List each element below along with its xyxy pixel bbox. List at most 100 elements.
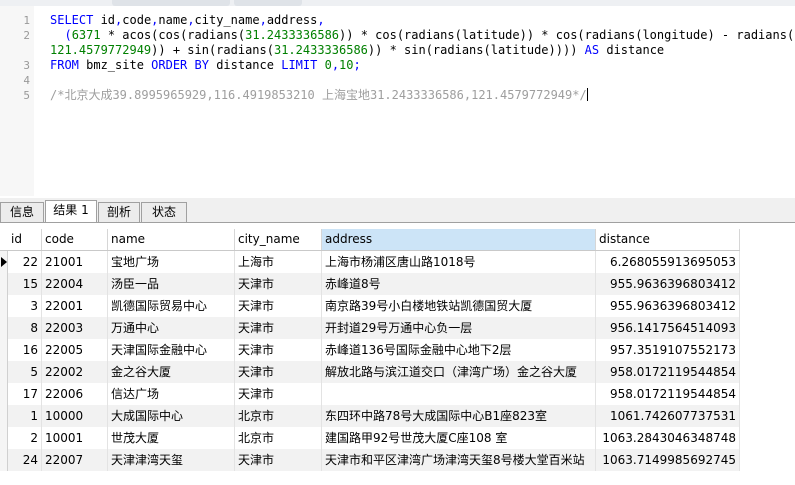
cell-address[interactable]: 赤峰道136号国际金融中心地下2层 <box>322 339 596 361</box>
column-header-address[interactable]: address <box>322 229 596 250</box>
cell-id[interactable]: 15 <box>8 273 42 295</box>
tab-result-1[interactable]: 结果 1 <box>45 200 97 222</box>
cell-id[interactable]: 3 <box>8 295 42 317</box>
table-row[interactable]: 8 22003 万通中心 天津市 开封道29号万通中心负一层 956.1417564514… <box>0 317 740 339</box>
cell-address[interactable]: 东四环中路78号大成国际中心B1座823室 <box>322 405 596 427</box>
column-header-city-name[interactable]: city_name <box>235 229 322 250</box>
tab-profile[interactable]: 剖析 <box>98 202 140 222</box>
sql-token: ; <box>353 58 361 72</box>
table-row[interactable]: 24 22007 天津津湾天玺 天津市 天津市和平区津湾广场津湾天玺8号楼大堂百米站 10… <box>0 449 740 471</box>
cell-name[interactable]: 天津国际金融中心 <box>108 339 235 361</box>
cell-distance[interactable]: 1061.742607737531 <box>596 405 740 427</box>
cell-city-name[interactable]: 天津市 <box>235 361 322 383</box>
row-indicator[interactable] <box>0 339 8 361</box>
cell-name[interactable]: 大成国际中心 <box>108 405 235 427</box>
sql-token: )) * cos(radians(latitude)) * cos(radian… <box>339 28 795 42</box>
cell-city-name[interactable]: 天津市 <box>235 273 322 295</box>
cell-id[interactable]: 24 <box>8 449 42 471</box>
cell-id[interactable]: 8 <box>8 317 42 339</box>
cell-code[interactable]: 21001 <box>42 251 108 273</box>
row-indicator[interactable] <box>0 295 8 317</box>
cell-distance[interactable]: 957.3519107552173 <box>596 339 740 361</box>
sql-token: distance <box>606 43 665 57</box>
sql-token: city_name <box>194 13 260 27</box>
cell-id[interactable]: 22 <box>8 251 42 273</box>
row-indicator[interactable] <box>0 449 8 471</box>
cell-id[interactable]: 2 <box>8 427 42 449</box>
cell-name[interactable]: 天津津湾天玺 <box>108 449 235 471</box>
cell-code[interactable]: 22003 <box>42 317 108 339</box>
cell-distance[interactable]: 6.268055913695053 <box>596 251 740 273</box>
cell-address[interactable]: 赤峰道8号 <box>322 273 596 295</box>
cell-name[interactable]: 信达广场 <box>108 383 235 405</box>
table-row[interactable]: 3 22001 凯德国际贸易中心 天津市 南京路39号小白楼地铁站凯德国贸大厦 955.9… <box>0 295 740 317</box>
cell-city-name[interactable]: 天津市 <box>235 339 322 361</box>
cell-code[interactable]: 10000 <box>42 405 108 427</box>
cell-code[interactable]: 22007 <box>42 449 108 471</box>
cell-address[interactable]: 解放北路与滨江道交口（津湾广场）金之谷大厦 <box>322 361 596 383</box>
sql-token: FROM <box>50 58 87 72</box>
table-row[interactable]: 2 10001 世茂大厦 北京市 建国路甲92号世茂大厦C座108 室 1063.2843… <box>0 427 740 449</box>
cell-distance[interactable]: 1063.2843046348748 <box>596 427 740 449</box>
column-header-name[interactable]: name <box>108 229 235 250</box>
sql-token: /*北京大成39.8995965929,116.4919853210 上海宝地3… <box>50 88 587 102</box>
cell-address[interactable] <box>322 383 596 405</box>
cell-name[interactable]: 宝地广场 <box>108 251 235 273</box>
tab-info[interactable]: 信息 <box>0 202 44 222</box>
cell-address[interactable]: 南京路39号小白楼地铁站凯德国贸大厦 <box>322 295 596 317</box>
cell-name[interactable]: 金之谷大厦 <box>108 361 235 383</box>
cell-distance[interactable]: 955.9636396803412 <box>596 273 740 295</box>
row-indicator[interactable] <box>0 361 8 383</box>
cell-name[interactable]: 世茂大厦 <box>108 427 235 449</box>
cell-city-name[interactable]: 北京市 <box>235 405 322 427</box>
cell-distance[interactable]: 958.0172119544854 <box>596 383 740 405</box>
column-header-code[interactable]: code <box>42 229 108 250</box>
cell-distance[interactable]: 955.9636396803412 <box>596 295 740 317</box>
cell-distance[interactable]: 1063.7149985692745 <box>596 449 740 471</box>
cell-city-name[interactable]: 天津市 <box>235 383 322 405</box>
cell-code[interactable]: 10001 <box>42 427 108 449</box>
cell-code[interactable]: 22005 <box>42 339 108 361</box>
cell-id[interactable]: 17 <box>8 383 42 405</box>
sql-token: , <box>331 58 340 72</box>
table-row[interactable]: 17 22006 信达广场 天津市 958.0172119544854 <box>0 383 740 405</box>
row-indicator[interactable] <box>0 273 8 295</box>
column-header-id[interactable]: id <box>8 229 42 250</box>
cell-city-name[interactable]: 天津市 <box>235 449 322 471</box>
table-row[interactable]: 1 10000 大成国际中心 北京市 东四环中路78号大成国际中心B1座823室 1061… <box>0 405 740 427</box>
cell-code[interactable]: 22004 <box>42 273 108 295</box>
cell-address[interactable]: 上海市杨浦区唐山路1018号 <box>322 251 596 273</box>
cell-address[interactable]: 天津市和平区津湾广场津湾天玺8号楼大堂百米站 <box>322 449 596 471</box>
sql-editor[interactable]: 1 2 3 4 5 SELECT id,code,name,city_name,… <box>0 6 795 196</box>
cell-distance[interactable]: 956.1417564514093 <box>596 317 740 339</box>
cell-city-name[interactable]: 北京市 <box>235 427 322 449</box>
cell-id[interactable]: 16 <box>8 339 42 361</box>
cell-code[interactable]: 22001 <box>42 295 108 317</box>
cell-name[interactable]: 万通中心 <box>108 317 235 339</box>
cell-id[interactable]: 5 <box>8 361 42 383</box>
row-indicator[interactable] <box>0 251 8 273</box>
row-indicator[interactable] <box>0 317 8 339</box>
row-indicator[interactable] <box>0 427 8 449</box>
cell-city-name[interactable]: 天津市 <box>235 295 322 317</box>
cell-city-name[interactable]: 天津市 <box>235 317 322 339</box>
cell-name[interactable]: 凯德国际贸易中心 <box>108 295 235 317</box>
cell-id[interactable]: 1 <box>8 405 42 427</box>
table-row[interactable]: 16 22005 天津国际金融中心 天津市 赤峰道136号国际金融中心地下2层 957.3… <box>0 339 740 361</box>
table-row[interactable]: 15 22004 汤臣一品 天津市 赤峰道8号 955.9636396803412 <box>0 273 740 295</box>
cell-city-name[interactable]: 上海市 <box>235 251 322 273</box>
row-indicator[interactable] <box>0 405 8 427</box>
result-tabbar: 信息 结果 1 剖析 状态 <box>0 198 795 223</box>
cell-name[interactable]: 汤臣一品 <box>108 273 235 295</box>
table-row[interactable]: 22 21001 宝地广场 上海市 上海市杨浦区唐山路1018号 6.2680559136… <box>0 251 740 273</box>
line-number: 1 <box>23 14 30 27</box>
cell-address[interactable]: 建国路甲92号世茂大厦C座108 室 <box>322 427 596 449</box>
cell-code[interactable]: 22006 <box>42 383 108 405</box>
cell-address[interactable]: 开封道29号万通中心负一层 <box>322 317 596 339</box>
tab-status[interactable]: 状态 <box>141 202 187 222</box>
column-header-distance[interactable]: distance <box>596 229 740 250</box>
row-indicator[interactable] <box>0 383 8 405</box>
cell-distance[interactable]: 958.0172119544854 <box>596 361 740 383</box>
cell-code[interactable]: 22002 <box>42 361 108 383</box>
table-row[interactable]: 5 22002 金之谷大厦 天津市 解放北路与滨江道交口（津湾广场）金之谷大厦 958.0… <box>0 361 740 383</box>
